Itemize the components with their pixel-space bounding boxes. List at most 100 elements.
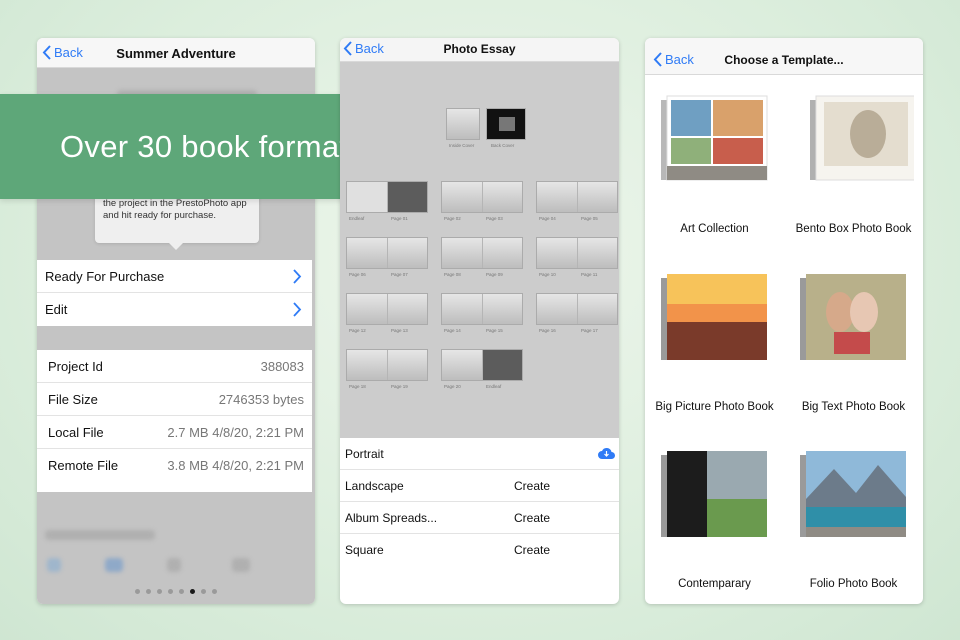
template-contemparary[interactable]: Contemparary [645,449,784,599]
page-caption: Page 03 [486,216,503,221]
chevron-right-icon [293,302,302,317]
template-label: Art Collection [680,223,749,235]
template-label: Bento Box Photo Book [795,223,912,235]
format-label: Album Spreads... [345,510,438,525]
page-caption: Page 01 [391,216,408,221]
format-row-portrait[interactable]: Portrait [340,438,619,470]
create-button[interactable]: Create [514,511,550,525]
remote-file-row: Remote File 3.8 MB 4/8/20, 2:21 PM [37,449,312,482]
page-dot[interactable] [179,589,184,594]
page-caption: Page 19 [391,384,408,389]
file-size-row: File Size 2746353 bytes [37,383,312,416]
template-label: Folio Photo Book [809,578,898,590]
screen-title: Summer Adventure [116,46,236,61]
template-bento-box[interactable]: Bento Box Photo Book [784,94,923,244]
page-spread-thumb[interactable]: Page 12 Page 13 [346,293,428,333]
page-dot[interactable] [190,589,195,594]
book-cover-image [800,274,906,360]
page-caption: Inside Cover [449,143,475,148]
book-cover-image [661,95,768,181]
page-spread-thumb[interactable]: Page 08 Page 09 [441,237,523,277]
format-label: Portrait [345,446,384,461]
detail-value: 2.7 MB 4/8/20, 2:21 PM [167,424,304,440]
detail-value: 388083 [260,358,304,374]
page-spread-thumb[interactable]: Page 06 Page 07 [346,237,428,277]
action-list: Ready For Purchase Edit [37,260,312,326]
template-big-picture[interactable]: Big Picture Photo Book [645,272,784,422]
format-row-square[interactable]: Square Create [340,534,619,566]
tooltip-arrow [169,243,183,250]
page-indicator[interactable] [37,589,315,594]
page-caption: Page 04 [539,216,556,221]
template-label: Contemparary [678,578,751,590]
book-cover-image [661,451,767,537]
page-caption: Page 14 [444,328,461,333]
detail-key: Local File [48,424,104,440]
create-button[interactable]: Create [514,479,550,493]
format-label: Square [345,543,384,557]
format-list: Portrait Landscape Create Album Spreads.… [340,438,619,566]
page-dot[interactable] [157,589,162,594]
project-details-list: Project Id 388083 File Size 2746353 byte… [37,350,312,492]
screen-title: Photo Essay [443,42,516,56]
page-spread-thumb[interactable]: Page 20 Endleaf [441,349,523,389]
local-file-row: Local File 2.7 MB 4/8/20, 2:21 PM [37,416,312,449]
book-cover-image [661,274,767,360]
nav-bar: Back Summer Adventure [37,38,315,68]
template-label: Big Text Photo Book [801,401,906,413]
format-row-album-spreads[interactable]: Album Spreads... Create [340,502,619,534]
page-caption: Page 15 [486,328,503,333]
page-preview-grid: Inside Cover Back Cover Endleaf Page 01 Pa… [340,62,619,438]
page-caption: Page 12 [349,328,366,333]
page-spread-thumb[interactable]: Page 02 Page 03 [441,181,523,221]
edit-row[interactable]: Edit [37,293,312,326]
choose-template-screen: Back Choose a Template... Art Collection… [645,38,923,604]
template-art-collection[interactable]: Art Collection [645,94,784,244]
template-folio[interactable]: Folio Photo Book [784,449,923,599]
page-caption: Page 07 [391,272,408,277]
ready-for-purchase-label: Ready For Purchase [45,268,165,284]
page-caption: Page 10 [539,272,556,277]
page-dot[interactable] [212,589,217,594]
page-spread-thumb[interactable]: Page 18 Page 19 [346,349,428,389]
page-caption: Page 16 [539,328,556,333]
cloud-download-icon[interactable] [598,447,615,460]
page-dot[interactable] [201,589,206,594]
page-spread-thumb[interactable]: Page 16 Page 17 [536,293,618,333]
back-cover-thumb[interactable]: Back Cover [486,108,526,148]
detail-value: 2746353 bytes [218,391,304,407]
page-caption: Page 08 [444,272,461,277]
page-spread-thumb[interactable]: Page 10 Page 11 [536,237,618,277]
page-caption: Back Cover [491,143,515,148]
page-caption: Page 13 [391,328,408,333]
page-caption: Page 09 [486,272,503,277]
format-label: Landscape [345,478,404,493]
detail-key: Remote File [48,458,119,473]
chevron-right-icon [293,269,302,284]
page-spread-thumb[interactable]: Page 04 Page 05 [536,181,618,221]
inside-cover-thumb[interactable]: Inside Cover [446,108,480,148]
page-dot[interactable] [135,589,140,594]
page-caption: Page 02 [444,216,461,221]
nav-bar: Back Choose a Template... [645,38,923,75]
edit-label: Edit [45,302,68,317]
page-caption: Page 17 [581,328,598,333]
page-dot[interactable] [146,589,151,594]
template-big-text[interactable]: Big Text Photo Book [784,272,923,422]
page-spread-thumb[interactable]: Endleaf Page 01 [346,181,428,221]
create-button[interactable]: Create [514,543,550,557]
project-id-row: Project Id 388083 [37,350,312,383]
template-label: Big Picture Photo Book [655,401,774,413]
detail-key: File Size [48,391,98,407]
detail-value: 3.8 MB 4/8/20, 2:21 PM [167,458,304,473]
page-caption: Page 18 [349,384,366,389]
book-cover-image [800,451,906,537]
ready-for-purchase-row[interactable]: Ready For Purchase [37,260,312,293]
page-caption: Endleaf [486,384,502,389]
page-caption: Page 05 [581,216,598,221]
page-dot[interactable] [168,589,173,594]
page-caption: Page 11 [581,272,598,277]
format-row-landscape[interactable]: Landscape Create [340,470,619,502]
page-spread-thumb[interactable]: Page 14 Page 15 [441,293,523,333]
page-caption: Page 06 [349,272,366,277]
